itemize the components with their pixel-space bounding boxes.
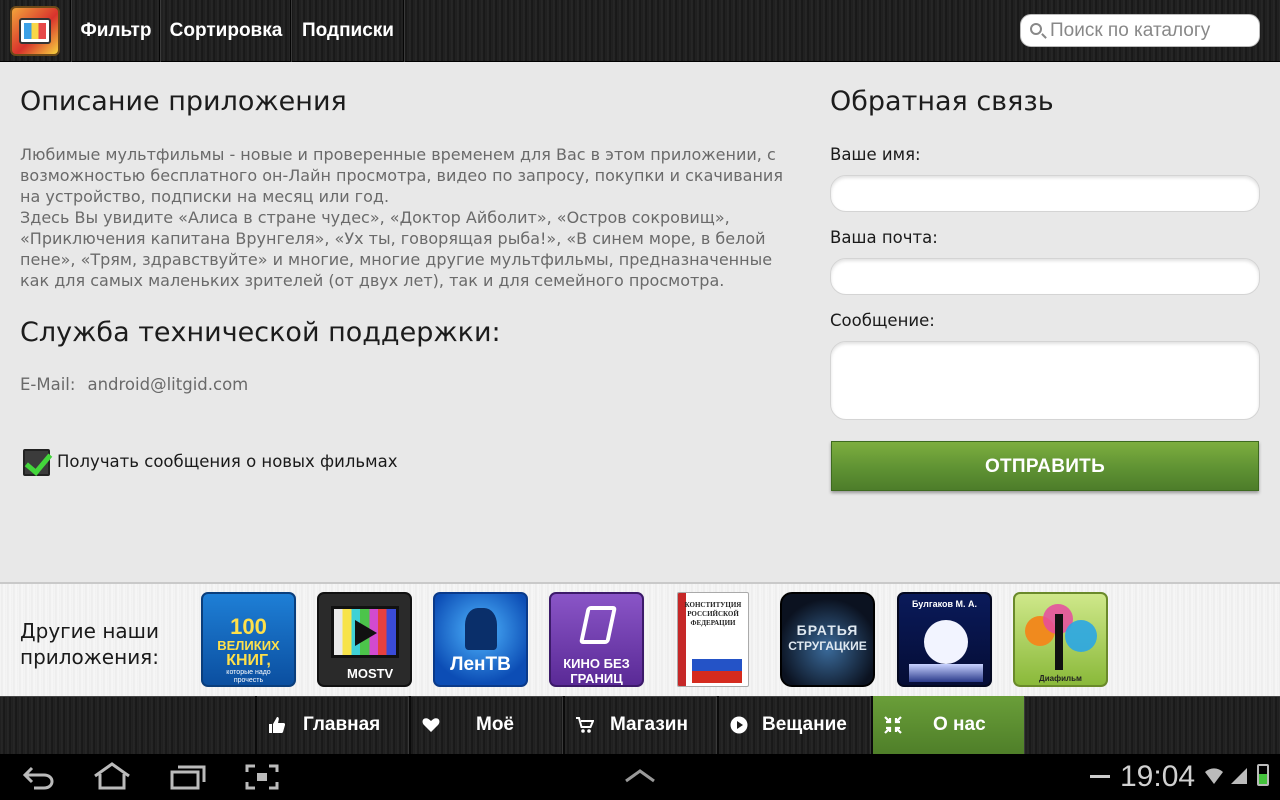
cart-icon — [576, 717, 594, 733]
nav-mine-label: Моё — [476, 714, 514, 735]
app-line: КОНСТИТУЦИЯ — [684, 601, 742, 609]
flag-icon — [692, 647, 742, 683]
app-line: КИНО БЕЗ — [563, 656, 630, 671]
name-input[interactable] — [831, 176, 1259, 211]
chevron-up-icon[interactable] — [624, 768, 656, 784]
nav-home-label: Главная — [303, 714, 381, 735]
subscriptions-button[interactable]: Подписки — [293, 0, 403, 62]
minimize-icon[interactable] — [1090, 775, 1110, 778]
clock: 19:04 — [1120, 760, 1196, 793]
support-title: Служба технической поддержки: — [20, 317, 501, 348]
send-button[interactable]: ОТПРАВИТЬ — [831, 441, 1259, 491]
film-strip — [1055, 614, 1063, 670]
top-divider — [159, 0, 161, 62]
support-email-link[interactable]: android@litgid.com — [87, 375, 248, 394]
top-divider — [403, 0, 405, 62]
screenshot-icon[interactable] — [245, 764, 279, 790]
message-label: Сообщение: — [830, 311, 935, 330]
description-text: Любимые мультфильмы - новые и проверенны… — [20, 144, 800, 291]
collapse-icon — [884, 716, 902, 734]
app-line: ЛенТВ — [450, 654, 511, 675]
water-reflection — [909, 664, 983, 682]
app-logo-icon[interactable] — [10, 6, 60, 56]
app-diafilm-icon[interactable]: Диафильм — [1013, 592, 1108, 687]
nav-about-label: О нас — [933, 714, 986, 735]
play-circle-icon — [730, 716, 748, 734]
nav-broadcast[interactable]: Вещание — [717, 696, 871, 754]
app-100-books-icon[interactable]: 100 ВЕЛИКИХ КНИГ, которые надо прочесть — [201, 592, 296, 687]
app-line: РОССИЙСКОЙ — [687, 610, 739, 618]
subscribe-label[interactable]: Получать сообщения о новых фильмах — [57, 452, 397, 471]
other-apps-label: Другие наши приложения: — [20, 619, 159, 669]
play-icon — [355, 620, 377, 646]
email-label: E-Mail: — [20, 375, 76, 394]
app-line: ВЕЛИКИХ — [217, 638, 280, 653]
description-paragraph: Здесь Вы увидите «Алиса в стране чудес»,… — [20, 208, 773, 290]
app-line: которые надо — [226, 669, 271, 676]
nav-shop-label: Магазин — [610, 714, 688, 735]
filter-button[interactable]: Фильтр — [73, 0, 159, 62]
app-kino-bez-granits-icon[interactable]: КИНО БЕЗ ГРАНИЦ — [549, 592, 644, 687]
support-email-row: E-Mail: android@litgid.com — [20, 375, 248, 394]
description-title: Описание приложения — [20, 86, 347, 117]
app-line: ГРАНИЦ — [570, 671, 623, 686]
app-line: 100 — [230, 614, 267, 639]
app-bulgakov-icon[interactable]: Булгаков М. А. — [897, 592, 992, 687]
battery-icon — [1257, 764, 1269, 786]
app-line: Булгаков М. А. — [911, 599, 978, 609]
feedback-title: Обратная связь — [830, 86, 1054, 117]
circle-blue — [1065, 620, 1097, 652]
app-lentv-icon[interactable]: ЛенТВ — [433, 592, 528, 687]
horseman-icon — [465, 608, 497, 650]
recent-apps-icon[interactable] — [170, 764, 206, 790]
nav-shop[interactable]: Магазин — [563, 696, 717, 754]
subscribe-checkbox[interactable] — [23, 449, 50, 476]
app-line: СТРУГАЦКИЕ — [788, 639, 867, 653]
app-line: прочесть — [233, 677, 264, 684]
name-label: Ваше имя: — [830, 145, 921, 164]
app-line: MOSTV — [347, 666, 394, 681]
back-icon[interactable] — [22, 764, 56, 790]
app-line: ФЕДЕРАЦИИ — [690, 619, 736, 627]
app-line: Диафильм — [1039, 674, 1082, 683]
message-input[interactable] — [831, 342, 1259, 419]
app-line: КНИГ, — [226, 652, 271, 669]
thumbs-up-icon — [269, 717, 286, 733]
email-input[interactable] — [831, 259, 1259, 294]
nav-mine[interactable]: Моё — [409, 696, 563, 754]
app-mostv-icon[interactable]: MOSTV — [317, 592, 412, 687]
nav-about[interactable]: О нас — [871, 696, 1025, 754]
app-line: БРАТЬЯ — [796, 622, 859, 638]
message-field[interactable] — [830, 341, 1260, 420]
search-icon — [1030, 23, 1042, 35]
nav-home[interactable]: Главная — [255, 696, 409, 754]
name-field[interactable] — [830, 175, 1260, 212]
description-paragraph: Любимые мультфильмы - новые и проверенны… — [20, 145, 783, 206]
signal-icon — [1231, 768, 1247, 784]
sort-button[interactable]: Сортировка — [162, 0, 290, 62]
email-field-label: Ваша почта: — [830, 228, 938, 247]
search-box[interactable] — [1020, 14, 1260, 47]
film-icon — [578, 606, 618, 644]
search-input[interactable] — [1050, 15, 1255, 46]
top-divider — [70, 0, 72, 62]
moon-icon — [924, 620, 968, 664]
home-icon[interactable] — [92, 762, 132, 790]
email-field[interactable] — [830, 258, 1260, 295]
top-divider — [290, 0, 292, 62]
app-constitution-icon[interactable]: КОНСТИТУЦИЯ РОССИЙСКОЙ ФЕДЕРАЦИИ — [677, 592, 749, 687]
nav-broadcast-label: Вещание — [762, 714, 847, 735]
wifi-icon — [1205, 768, 1223, 784]
heart-icon — [422, 718, 440, 732]
app-strugatsky-icon[interactable]: БРАТЬЯ СТРУГАЦКИЕ — [780, 592, 875, 687]
